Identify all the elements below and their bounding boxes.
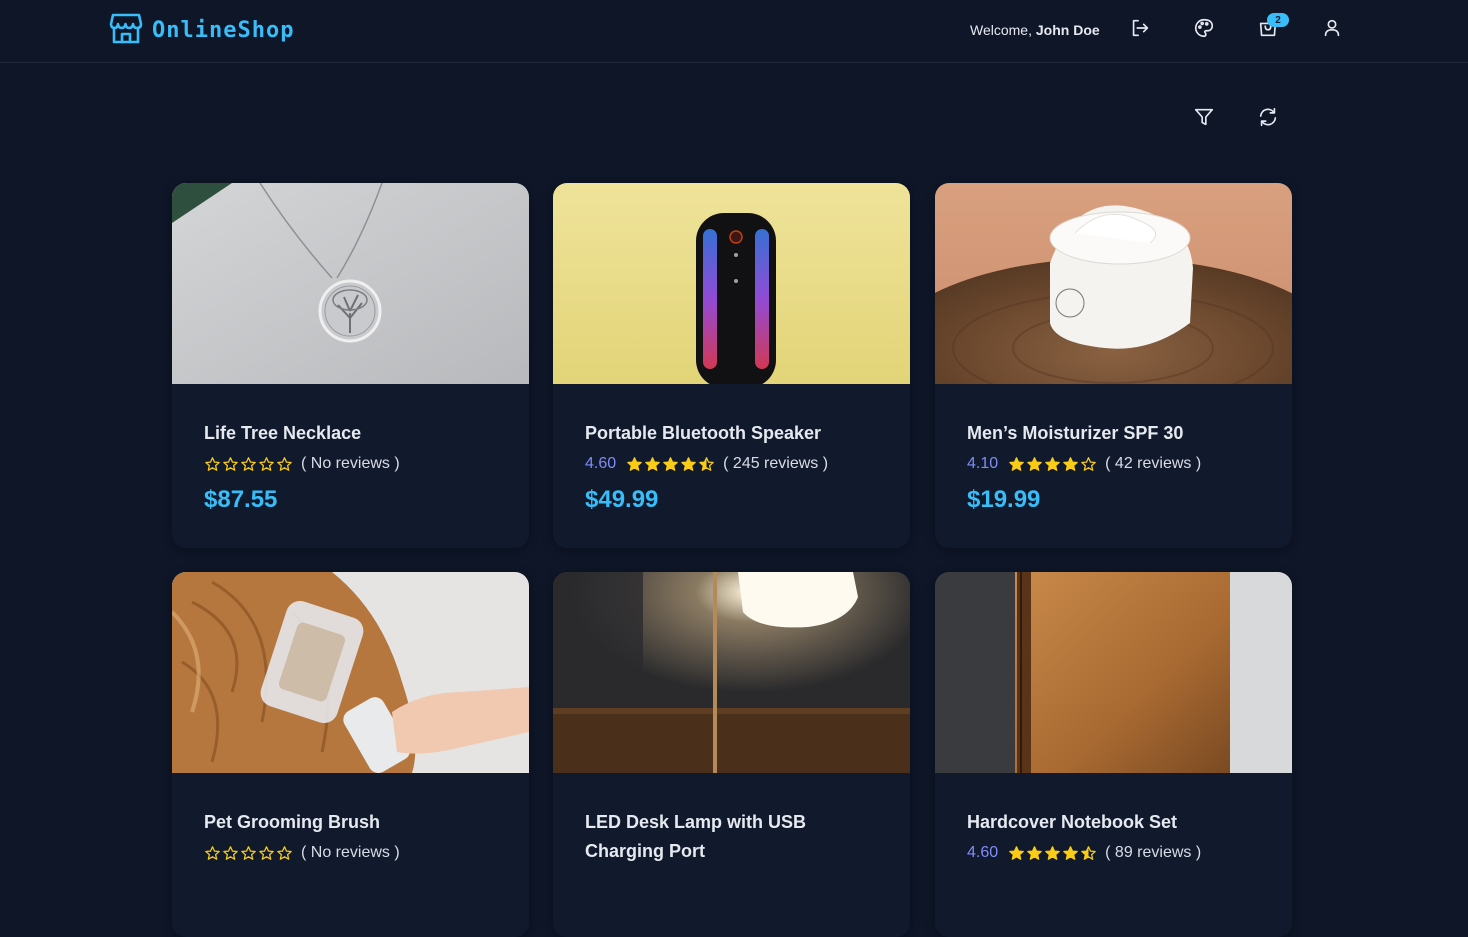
product-image-grooming-brush[interactable]: [172, 572, 529, 773]
product-image-speaker[interactable]: [553, 183, 910, 384]
product-image-notebook[interactable]: [935, 572, 1292, 773]
star-icon-half: [1081, 845, 1096, 860]
review-count: ( No reviews ): [301, 844, 400, 861]
user-name: John Doe: [1035, 22, 1100, 38]
star-icon-empty: [241, 456, 256, 471]
welcome-prefix: Welcome,: [970, 22, 1036, 38]
product-card[interactable]: Life Tree Necklace ( No reviews ) $87.55: [172, 183, 529, 548]
product-title[interactable]: LED Desk Lamp with USB Charging Port: [585, 808, 890, 866]
star-icon-empty: [205, 845, 220, 860]
review-count: ( 42 reviews ): [1105, 455, 1202, 472]
rating-row: 4.60 ( 89 reviews ): [967, 841, 1272, 865]
product-card[interactable]: Men’s Moisturizer SPF 30 4.10 ( 42 revie…: [935, 183, 1292, 548]
product-title[interactable]: Life Tree Necklace: [204, 419, 509, 448]
star-icon-full: [645, 456, 660, 471]
theme-button[interactable]: [1192, 18, 1216, 42]
star-rating: [1008, 845, 1097, 862]
star-rating: [204, 845, 293, 862]
star-icon-empty: [277, 456, 292, 471]
cart-badge: 2: [1267, 13, 1289, 27]
star-icon-empty: [205, 456, 220, 471]
refresh-button[interactable]: [1256, 107, 1280, 131]
product-card[interactable]: Hardcover Notebook Set 4.60 ( 89 reviews…: [935, 572, 1292, 937]
review-count: ( 245 reviews ): [723, 455, 829, 472]
rating-row: ( No reviews ): [204, 841, 509, 865]
logo[interactable]: OnlineShop: [108, 12, 294, 48]
top-navbar: OnlineShop Welcome, John Doe 2: [0, 0, 1468, 63]
product-image-necklace[interactable]: [172, 183, 529, 384]
star-icon-empty: [259, 456, 274, 471]
store-icon: [108, 10, 144, 51]
star-icon-full: [681, 456, 696, 471]
star-icon-empty: [259, 845, 274, 860]
star-rating: [626, 456, 715, 473]
product-image-desk-lamp[interactable]: [553, 572, 910, 773]
product-card[interactable]: Pet Grooming Brush ( No reviews ): [172, 572, 529, 937]
star-icon-full: [1027, 845, 1042, 860]
product-title[interactable]: Men’s Moisturizer SPF 30: [967, 419, 1272, 448]
star-icon-empty: [1081, 456, 1096, 471]
star-icon-full: [1063, 456, 1078, 471]
welcome-text: Welcome, John Doe: [970, 22, 1100, 38]
star-icon-full: [1045, 456, 1060, 471]
rating-value: 4.10: [967, 455, 999, 472]
star-icon-full: [1063, 845, 1078, 860]
rating-row: 4.60 ( 245 reviews ): [585, 452, 890, 476]
product-card[interactable]: LED Desk Lamp with USB Charging Port: [553, 572, 910, 937]
product-title[interactable]: Hardcover Notebook Set: [967, 808, 1272, 837]
star-rating: [1008, 456, 1097, 473]
star-icon-empty: [277, 845, 292, 860]
star-icon-full: [663, 456, 678, 471]
star-icon-half: [699, 456, 714, 471]
filter-button[interactable]: [1192, 107, 1216, 131]
star-icon-empty: [223, 845, 238, 860]
product-title[interactable]: Portable Bluetooth Speaker: [585, 419, 890, 448]
logo-text: OnlineShop: [152, 17, 295, 43]
star-icon-empty: [241, 845, 256, 860]
profile-button[interactable]: [1320, 18, 1344, 42]
star-icon-empty: [223, 456, 238, 471]
star-icon-full: [627, 456, 642, 471]
star-icon-full: [1045, 845, 1060, 860]
product-image-moisturizer[interactable]: [935, 183, 1292, 384]
product-card[interactable]: Portable Bluetooth Speaker 4.60 ( 245 re…: [553, 183, 910, 548]
star-rating: [204, 456, 293, 473]
filter-icon: [1193, 106, 1215, 133]
review-count: ( No reviews ): [301, 455, 400, 472]
product-price: $19.99: [967, 486, 1041, 513]
review-count: ( 89 reviews ): [1105, 844, 1202, 861]
user-icon: [1321, 17, 1343, 44]
rating-row: ( No reviews ): [204, 452, 509, 476]
product-title[interactable]: Pet Grooming Brush: [204, 808, 509, 837]
logout-button[interactable]: [1128, 18, 1152, 42]
refresh-icon: [1257, 106, 1279, 133]
rating-value: 4.60: [585, 455, 617, 472]
logout-icon: [1129, 17, 1151, 44]
palette-icon: [1193, 17, 1215, 44]
star-icon-full: [1009, 456, 1024, 471]
product-price: $87.55: [204, 486, 278, 513]
product-price: $49.99: [585, 486, 659, 513]
star-icon-full: [1027, 456, 1042, 471]
rating-value: 4.60: [967, 844, 999, 861]
star-icon-full: [1009, 845, 1024, 860]
rating-row: 4.10 ( 42 reviews ): [967, 452, 1272, 476]
